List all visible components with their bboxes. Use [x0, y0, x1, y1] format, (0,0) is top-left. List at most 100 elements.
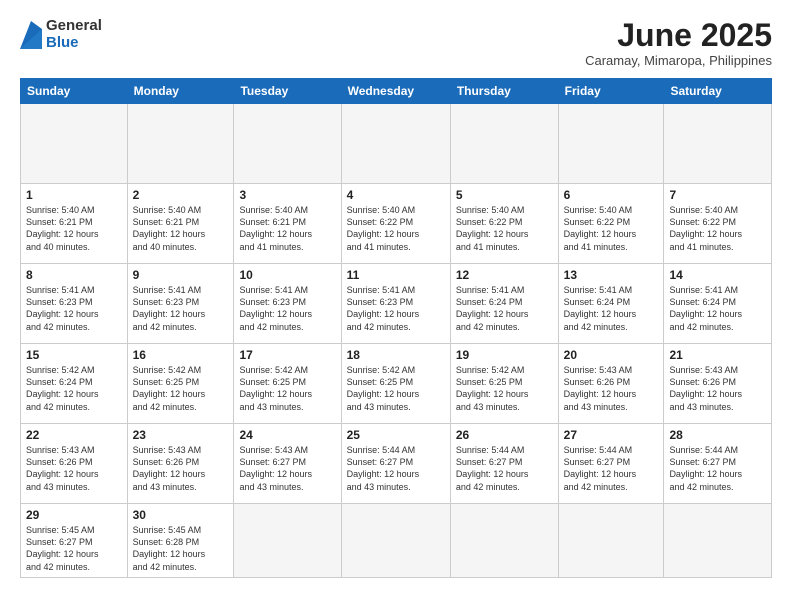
table-row: 24 Sunrise: 5:43 AM Sunset: 6:27 PM Dayli… — [234, 424, 341, 504]
day-info: Sunrise: 5:41 AM Sunset: 6:23 PM Dayligh… — [133, 284, 229, 333]
table-row: 4 Sunrise: 5:40 AM Sunset: 6:22 PM Daylig… — [341, 184, 450, 264]
table-row: 13Sunrise: 5:41 AM Sunset: 6:24 PM Dayli… — [558, 264, 664, 344]
day-info: Sunrise: 5:40 AM Sunset: 6:21 PM Dayligh… — [133, 204, 229, 253]
day-number: 17 — [239, 348, 335, 362]
page: General Blue June 2025 Caramay, Mimaropa… — [0, 0, 792, 612]
table-row — [558, 504, 664, 578]
day-info: Sunrise: 5:42 AM Sunset: 6:25 PM Dayligh… — [239, 364, 335, 413]
calendar-week-row: 8 Sunrise: 5:41 AM Sunset: 6:23 PM Daylig… — [21, 264, 772, 344]
table-row: 2 Sunrise: 5:40 AM Sunset: 6:21 PM Daylig… — [127, 184, 234, 264]
day-number: 29 — [26, 508, 122, 522]
day-number: 22 — [26, 428, 122, 442]
logo-general-text: General — [46, 18, 102, 35]
day-info: Sunrise: 5:44 AM Sunset: 6:27 PM Dayligh… — [456, 444, 553, 493]
title-block: June 2025 Caramay, Mimaropa, Philippines — [585, 18, 772, 68]
day-info: Sunrise: 5:40 AM Sunset: 6:22 PM Dayligh… — [669, 204, 766, 253]
logo: General Blue — [20, 18, 102, 51]
day-number: 1 — [26, 188, 122, 202]
day-number: 3 — [239, 188, 335, 202]
table-row: 3 Sunrise: 5:40 AM Sunset: 6:21 PM Daylig… — [234, 184, 341, 264]
day-info: Sunrise: 5:44 AM Sunset: 6:27 PM Dayligh… — [347, 444, 445, 493]
table-row — [664, 104, 772, 184]
calendar-week-row — [21, 104, 772, 184]
day-number: 23 — [133, 428, 229, 442]
day-info: Sunrise: 5:42 AM Sunset: 6:24 PM Dayligh… — [26, 364, 122, 413]
day-number: 9 — [133, 268, 229, 282]
day-info: Sunrise: 5:42 AM Sunset: 6:25 PM Dayligh… — [456, 364, 553, 413]
table-row: 7Sunrise: 5:40 AM Sunset: 6:22 PM Daylig… — [664, 184, 772, 264]
day-number: 8 — [26, 268, 122, 282]
day-info: Sunrise: 5:41 AM Sunset: 6:24 PM Dayligh… — [456, 284, 553, 333]
day-number: 26 — [456, 428, 553, 442]
calendar-week-row: 29 Sunrise: 5:45 AM Sunset: 6:27 PM Dayli… — [21, 504, 772, 578]
day-number: 30 — [133, 508, 229, 522]
table-row: 9 Sunrise: 5:41 AM Sunset: 6:23 PM Daylig… — [127, 264, 234, 344]
calendar-week-row: 22 Sunrise: 5:43 AM Sunset: 6:26 PM Dayli… — [21, 424, 772, 504]
table-row: 10 Sunrise: 5:41 AM Sunset: 6:23 PM Dayli… — [234, 264, 341, 344]
header: General Blue June 2025 Caramay, Mimaropa… — [20, 18, 772, 68]
table-row — [127, 104, 234, 184]
day-info: Sunrise: 5:43 AM Sunset: 6:26 PM Dayligh… — [26, 444, 122, 493]
table-row: 6 Sunrise: 5:40 AM Sunset: 6:22 PM Daylig… — [558, 184, 664, 264]
table-row: 15 Sunrise: 5:42 AM Sunset: 6:24 PM Dayli… — [21, 344, 128, 424]
table-row — [450, 504, 558, 578]
logo-icon — [20, 21, 42, 49]
day-info: Sunrise: 5:41 AM Sunset: 6:23 PM Dayligh… — [347, 284, 445, 333]
table-row: 8 Sunrise: 5:41 AM Sunset: 6:23 PM Daylig… — [21, 264, 128, 344]
table-row — [21, 104, 128, 184]
calendar-header-row: Sunday Monday Tuesday Wednesday Thursday… — [21, 79, 772, 104]
day-number: 15 — [26, 348, 122, 362]
day-info: Sunrise: 5:43 AM Sunset: 6:26 PM Dayligh… — [133, 444, 229, 493]
month-title: June 2025 — [585, 18, 772, 53]
table-row — [234, 504, 341, 578]
day-number: 14 — [669, 268, 766, 282]
table-row: 29 Sunrise: 5:45 AM Sunset: 6:27 PM Dayli… — [21, 504, 128, 578]
day-number: 19 — [456, 348, 553, 362]
day-number: 2 — [133, 188, 229, 202]
col-tuesday: Tuesday — [234, 79, 341, 104]
calendar-week-row: 15 Sunrise: 5:42 AM Sunset: 6:24 PM Dayli… — [21, 344, 772, 424]
day-number: 10 — [239, 268, 335, 282]
day-number: 21 — [669, 348, 766, 362]
col-monday: Monday — [127, 79, 234, 104]
day-info: Sunrise: 5:40 AM Sunset: 6:22 PM Dayligh… — [347, 204, 445, 253]
day-info: Sunrise: 5:45 AM Sunset: 6:27 PM Dayligh… — [26, 524, 122, 573]
day-number: 4 — [347, 188, 445, 202]
table-row: 28Sunrise: 5:44 AM Sunset: 6:27 PM Dayli… — [664, 424, 772, 504]
table-row — [341, 104, 450, 184]
day-info: Sunrise: 5:40 AM Sunset: 6:21 PM Dayligh… — [239, 204, 335, 253]
day-number: 24 — [239, 428, 335, 442]
day-number: 12 — [456, 268, 553, 282]
col-thursday: Thursday — [450, 79, 558, 104]
calendar-week-row: 1 Sunrise: 5:40 AM Sunset: 6:21 PM Daylig… — [21, 184, 772, 264]
day-number: 25 — [347, 428, 445, 442]
day-info: Sunrise: 5:42 AM Sunset: 6:25 PM Dayligh… — [133, 364, 229, 413]
table-row — [234, 104, 341, 184]
table-row — [664, 504, 772, 578]
day-info: Sunrise: 5:40 AM Sunset: 6:21 PM Dayligh… — [26, 204, 122, 253]
day-number: 6 — [564, 188, 659, 202]
table-row: 26 Sunrise: 5:44 AM Sunset: 6:27 PM Dayli… — [450, 424, 558, 504]
day-number: 16 — [133, 348, 229, 362]
table-row: 17 Sunrise: 5:42 AM Sunset: 6:25 PM Dayli… — [234, 344, 341, 424]
table-row: 30Sunrise: 5:45 AM Sunset: 6:28 PM Dayli… — [127, 504, 234, 578]
table-row: 23 Sunrise: 5:43 AM Sunset: 6:26 PM Dayli… — [127, 424, 234, 504]
col-friday: Friday — [558, 79, 664, 104]
col-saturday: Saturday — [664, 79, 772, 104]
logo-blue-text: Blue — [46, 35, 102, 52]
table-row: 19 Sunrise: 5:42 AM Sunset: 6:25 PM Dayli… — [450, 344, 558, 424]
day-number: 27 — [564, 428, 659, 442]
day-info: Sunrise: 5:41 AM Sunset: 6:23 PM Dayligh… — [239, 284, 335, 333]
col-sunday: Sunday — [21, 79, 128, 104]
table-row — [341, 504, 450, 578]
day-info: Sunrise: 5:40 AM Sunset: 6:22 PM Dayligh… — [564, 204, 659, 253]
table-row: 27Sunrise: 5:44 AM Sunset: 6:27 PM Dayli… — [558, 424, 664, 504]
day-number: 5 — [456, 188, 553, 202]
table-row: 22 Sunrise: 5:43 AM Sunset: 6:26 PM Dayli… — [21, 424, 128, 504]
day-info: Sunrise: 5:41 AM Sunset: 6:24 PM Dayligh… — [564, 284, 659, 333]
day-info: Sunrise: 5:43 AM Sunset: 6:27 PM Dayligh… — [239, 444, 335, 493]
table-row: 1 Sunrise: 5:40 AM Sunset: 6:21 PM Daylig… — [21, 184, 128, 264]
day-info: Sunrise: 5:41 AM Sunset: 6:23 PM Dayligh… — [26, 284, 122, 333]
day-info: Sunrise: 5:43 AM Sunset: 6:26 PM Dayligh… — [669, 364, 766, 413]
table-row — [558, 104, 664, 184]
